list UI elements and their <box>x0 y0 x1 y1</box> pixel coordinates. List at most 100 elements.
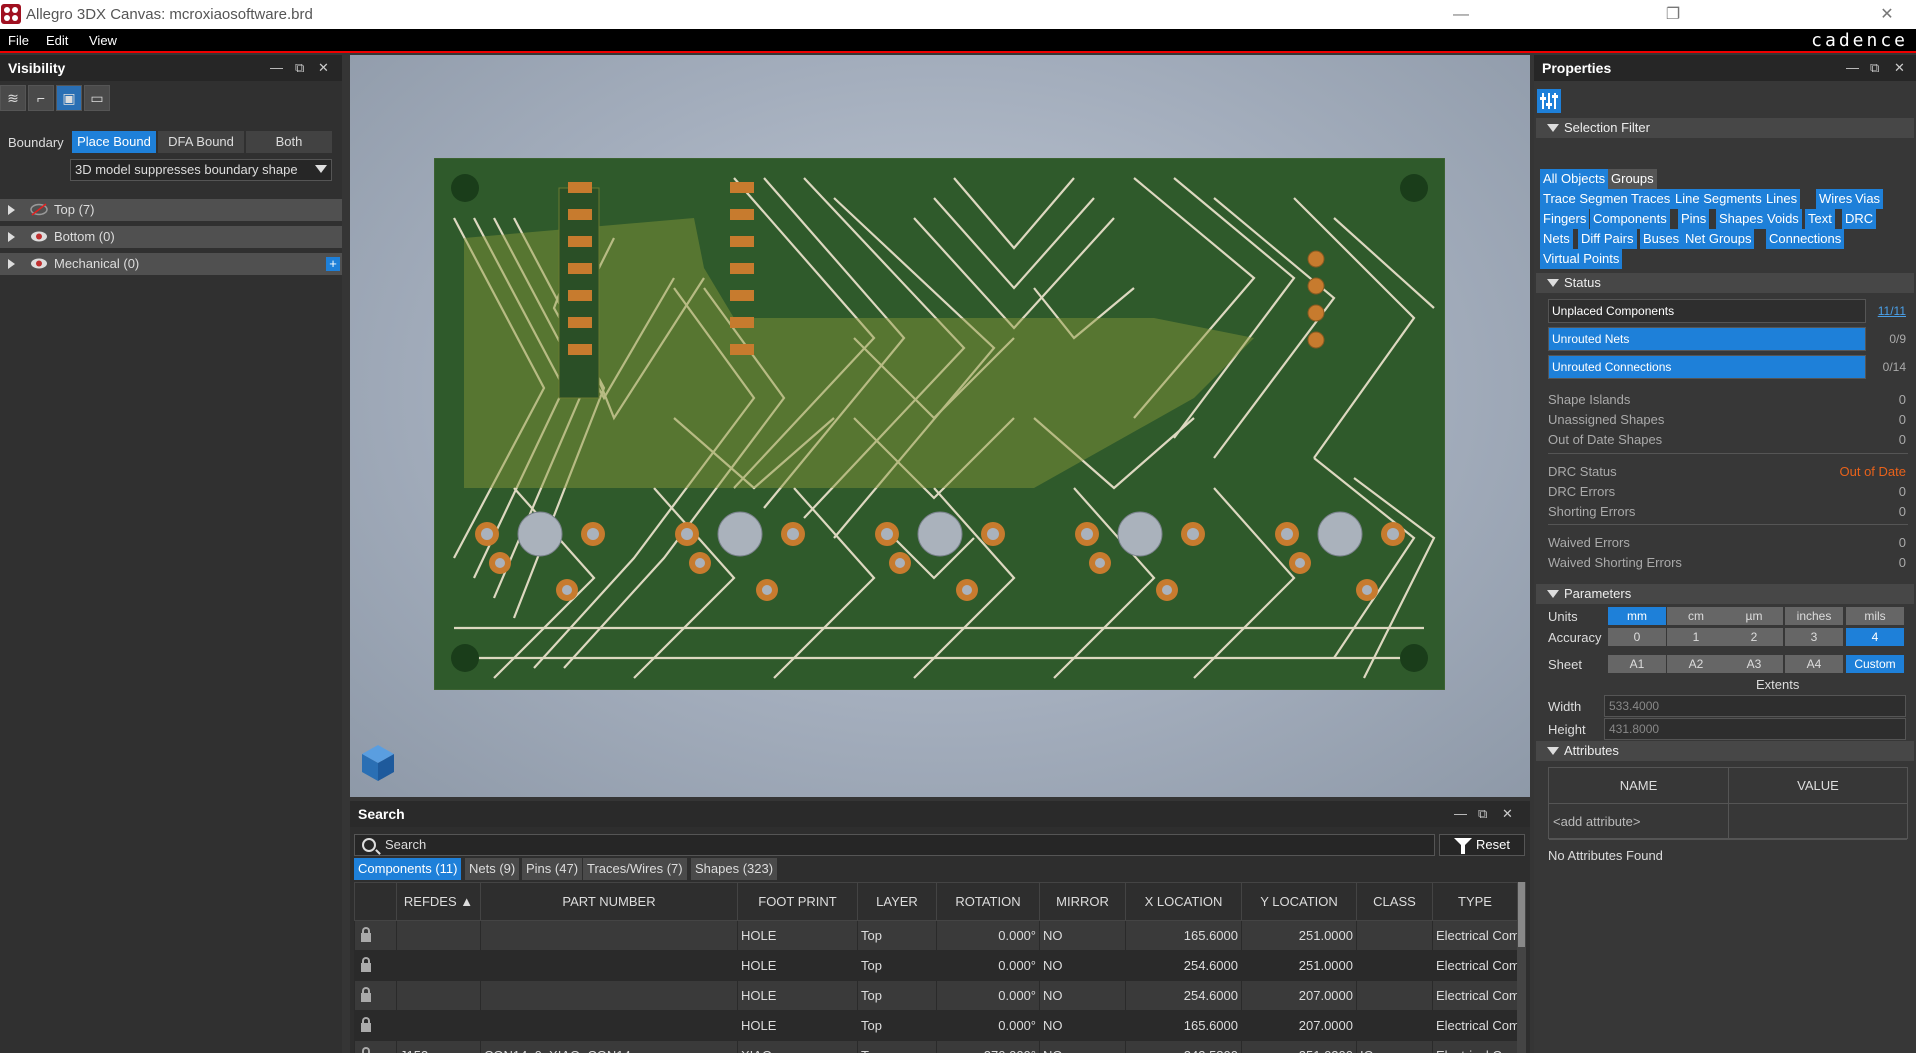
layer-row-top[interactable]: Top (7) <box>0 199 342 221</box>
column-header-foot-print[interactable]: FOOT PRINT <box>737 882 858 921</box>
column-header-refdes[interactable]: REFDES ▲ <box>396 882 481 921</box>
units-option-button[interactable]: cm <box>1667 607 1725 625</box>
filter-all-objects-button[interactable]: All Objects <box>1540 169 1609 189</box>
filter-virtual-points-button[interactable]: Virtual Points <box>1540 249 1623 269</box>
column-header-rotation[interactable]: ROTATION <box>936 882 1040 921</box>
view-cube-icon[interactable] <box>360 743 396 783</box>
filter-nets-button[interactable]: Nets <box>1540 229 1573 249</box>
status-bar-unrouted-connections[interactable]: Unrouted Connections <box>1548 355 1866 379</box>
results-scrollbar[interactable] <box>1517 882 1526 1053</box>
lock-icon[interactable] <box>361 956 371 972</box>
lock-icon[interactable] <box>361 986 371 1002</box>
attributes-header[interactable]: Attributes <box>1536 741 1914 761</box>
scrollbar-thumb[interactable] <box>1518 882 1525 947</box>
place-bound-button[interactable]: Place Bound <box>72 131 156 153</box>
panel-minimize-icon[interactable]: — <box>270 55 283 81</box>
filter-diff-pairs-button[interactable]: Diff Pairs <box>1578 229 1637 249</box>
width-field[interactable]: 533.4000 <box>1604 695 1906 717</box>
units-option-button[interactable]: mm <box>1608 607 1666 625</box>
boundary-mode-select[interactable]: 3D model suppresses boundary shape <box>70 159 332 181</box>
table-row[interactable]: J153CON14_0_XIAO_CON14XIAOTop270.000°NO2… <box>354 1040 1517 1053</box>
filter-net-groups-button[interactable]: Net Groups <box>1682 229 1755 249</box>
table-row[interactable]: HOLE Top 0.000° NO 254.6000 251.0000 Electrica… <box>354 950 1517 981</box>
filter-pins-button[interactable]: Pins <box>1678 209 1710 229</box>
filter-line-segments-button[interactable]: Line Segments <box>1672 189 1765 209</box>
status-bar-unplaced-components[interactable]: Unplaced Components <box>1548 299 1866 323</box>
column-header-y-location[interactable]: Y LOCATION <box>1241 882 1357 921</box>
filter-text-button[interactable]: Text <box>1805 209 1835 229</box>
lock-cell[interactable] <box>354 1010 397 1041</box>
parameters-header[interactable]: Parameters <box>1536 584 1914 604</box>
filter-vias-button[interactable]: Vias <box>1852 189 1884 209</box>
eye-icon[interactable] <box>30 257 48 270</box>
table-row[interactable]: HOLE Top 0.000° NO 165.6000 251.0000 Electrica… <box>354 920 1517 951</box>
accuracy-option-button[interactable]: 2 <box>1725 628 1783 646</box>
menu-edit[interactable]: Edit <box>46 33 68 48</box>
panel-close-icon[interactable]: ✕ <box>1894 55 1905 81</box>
accuracy-option-button[interactable]: 4 <box>1846 628 1904 646</box>
column-header-layer[interactable]: LAYER <box>857 882 937 921</box>
panel-close-icon[interactable]: ✕ <box>318 55 329 81</box>
lock-cell[interactable] <box>354 920 397 951</box>
panel-float-icon[interactable]: ⧉ <box>1870 55 1879 81</box>
lock-icon[interactable] <box>361 926 371 942</box>
units-option-button[interactable]: µm <box>1725 607 1783 625</box>
panel-float-icon[interactable]: ⧉ <box>295 55 304 81</box>
3d-canvas[interactable] <box>350 55 1530 797</box>
component-tab-icon[interactable]: ▣ <box>56 85 82 111</box>
both-button[interactable]: Both <box>246 131 332 153</box>
panel-minimize-icon[interactable]: — <box>1454 801 1467 827</box>
restore-icon[interactable]: ❐ <box>1658 0 1688 29</box>
units-option-button[interactable]: inches <box>1785 607 1843 625</box>
panel-minimize-icon[interactable]: — <box>1846 55 1859 81</box>
accuracy-option-button[interactable]: 3 <box>1785 628 1843 646</box>
expand-icon[interactable] <box>8 205 15 215</box>
accuracy-option-button[interactable]: 1 <box>1667 628 1725 646</box>
menu-view[interactable]: View <box>89 33 117 48</box>
routing-tab-icon[interactable]: ⌐ <box>28 85 54 111</box>
sheets-option-button[interactable]: A2 <box>1667 655 1725 673</box>
add-attribute-cell[interactable]: <add attribute> <box>1549 804 1729 840</box>
tab-shapes[interactable]: Shapes (323) <box>691 858 778 880</box>
column-header-type[interactable]: TYPE <box>1432 882 1517 921</box>
layer-row-bottom[interactable]: Bottom (0) <box>0 226 342 248</box>
filter-voids-button[interactable]: Voids <box>1764 209 1802 229</box>
table-row[interactable]: HOLE Top 0.000° NO 254.6000 207.0000 Electrica… <box>354 980 1517 1011</box>
column-header-part-number[interactable]: PART NUMBER <box>480 882 738 921</box>
lock-cell[interactable] <box>354 950 397 981</box>
tab-traces-wires[interactable]: Traces/Wires (7) <box>583 858 687 880</box>
layers-tab-icon[interactable]: ≋ <box>0 85 26 111</box>
sheets-option-button[interactable]: A4 <box>1785 655 1843 673</box>
close-icon[interactable]: ✕ <box>1872 0 1902 29</box>
table-row[interactable]: HOLE Top 0.000° NO 165.6000 207.0000 Electrica… <box>354 1010 1517 1041</box>
filter-connections-button[interactable]: Connections <box>1766 229 1845 249</box>
filter-drc-button[interactable]: DRC <box>1842 209 1877 229</box>
filter-trace-segments-button[interactable]: Trace Segments <box>1540 189 1641 209</box>
add-layer-icon[interactable]: + <box>326 257 340 271</box>
search-input[interactable]: Search <box>354 834 1435 856</box>
layer-row-mechanical[interactable]: Mechanical (0) + <box>0 253 342 275</box>
lock-cell[interactable] <box>354 1040 397 1053</box>
panel-close-icon[interactable]: ✕ <box>1502 801 1513 827</box>
expand-icon[interactable] <box>8 232 15 242</box>
column-header-class[interactable]: CLASS <box>1356 882 1433 921</box>
pcb-board[interactable] <box>434 158 1445 690</box>
filter-fingers-button[interactable]: Fingers <box>1540 209 1590 229</box>
column-header-x-location[interactable]: X LOCATION <box>1125 882 1242 921</box>
sheets-option-button[interactable]: A3 <box>1725 655 1783 673</box>
status-header[interactable]: Status <box>1536 273 1914 293</box>
sheets-option-button[interactable]: Custom <box>1846 655 1904 673</box>
tab-pins[interactable]: Pins (47) <box>522 858 583 880</box>
filter-traces-button[interactable]: Traces <box>1628 189 1674 209</box>
filter-shapes-button[interactable]: Shapes <box>1716 209 1767 229</box>
panel-float-icon[interactable]: ⧉ <box>1478 801 1487 827</box>
units-option-button[interactable]: mils <box>1846 607 1904 625</box>
height-field[interactable]: 431.8000 <box>1604 718 1906 740</box>
filter-groups-button[interactable]: Groups <box>1608 169 1657 189</box>
tab-nets[interactable]: Nets (9) <box>465 858 520 880</box>
reset-button[interactable]: Reset <box>1439 834 1525 856</box>
sliders-icon[interactable] <box>1537 89 1561 113</box>
sheets-option-button[interactable]: A1 <box>1608 655 1666 673</box>
status-bar-unrouted-nets[interactable]: Unrouted Nets <box>1548 327 1866 351</box>
accuracy-option-button[interactable]: 0 <box>1608 628 1666 646</box>
